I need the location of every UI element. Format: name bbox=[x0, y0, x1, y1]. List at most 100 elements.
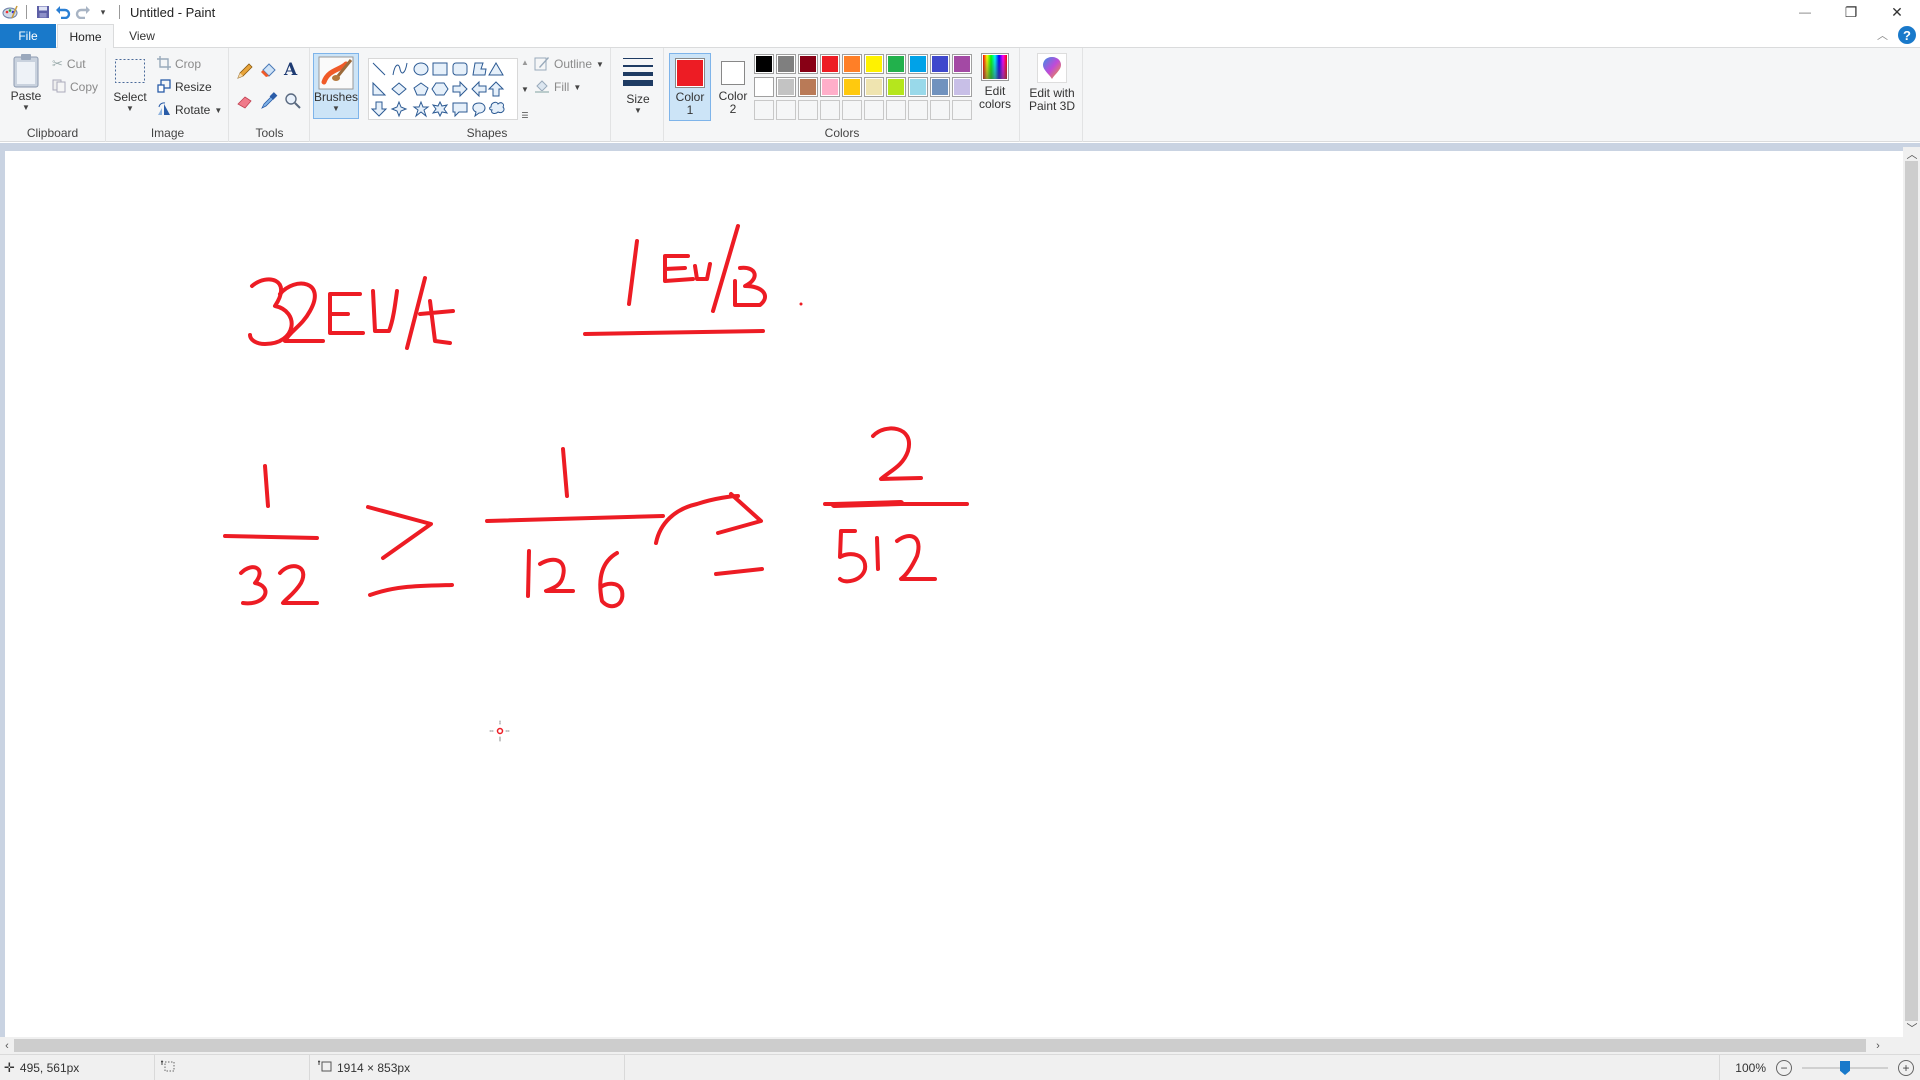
brushes-button[interactable]: Brushes ▼ bbox=[313, 53, 359, 119]
eraser-icon[interactable] bbox=[236, 92, 254, 113]
custom-color-slot[interactable] bbox=[842, 100, 862, 120]
palette-swatch[interactable] bbox=[776, 77, 796, 97]
custom-color-slot[interactable] bbox=[930, 100, 950, 120]
vertical-scroll-thumb[interactable] bbox=[1905, 161, 1918, 1021]
palette-swatch[interactable] bbox=[842, 77, 862, 97]
custom-color-slot[interactable] bbox=[952, 100, 972, 120]
drawing-canvas[interactable] bbox=[5, 151, 1905, 1037]
palette-swatch[interactable] bbox=[930, 77, 950, 97]
rotate-button[interactable]: Rotate ▼ bbox=[157, 100, 222, 120]
vertical-scrollbar[interactable]: ︿ ﹀ bbox=[1903, 147, 1920, 1037]
resize-icon bbox=[157, 78, 171, 96]
fill-button[interactable]: Fill ▼ bbox=[534, 77, 581, 97]
minimize-button[interactable]: — bbox=[1782, 0, 1828, 24]
cut-button[interactable]: ✂ Cut bbox=[52, 54, 86, 74]
palette-swatch[interactable] bbox=[798, 77, 818, 97]
palette-swatch[interactable] bbox=[908, 77, 928, 97]
edit-colors-button[interactable]: Edit colors bbox=[973, 53, 1017, 111]
magnifier-icon[interactable] bbox=[284, 92, 302, 113]
fill-bucket-icon[interactable] bbox=[260, 62, 278, 83]
fill-icon bbox=[534, 78, 550, 97]
palette-swatch[interactable] bbox=[886, 77, 906, 97]
zoom-out-button[interactable]: − bbox=[1776, 1060, 1792, 1076]
help-button[interactable]: ? bbox=[1898, 26, 1916, 44]
scroll-up-icon[interactable]: ▲ bbox=[521, 58, 529, 67]
ink-greater-equal-2 bbox=[654, 492, 764, 576]
horizontal-scroll-thumb[interactable] bbox=[14, 1039, 1866, 1052]
custom-color-slot[interactable] bbox=[776, 100, 796, 120]
rotate-icon bbox=[157, 101, 171, 119]
paint3d-label-line2: Paint 3D bbox=[1028, 99, 1076, 113]
outline-button[interactable]: Outline ▼ bbox=[534, 54, 604, 74]
zoom-in-button[interactable]: + bbox=[1898, 1060, 1914, 1076]
select-rectangle-icon bbox=[115, 59, 145, 83]
zoom-slider-knob[interactable] bbox=[1840, 1061, 1850, 1075]
palette-swatch[interactable] bbox=[820, 77, 840, 97]
crop-button[interactable]: Crop bbox=[157, 54, 201, 74]
close-button[interactable]: ✕ bbox=[1874, 0, 1920, 24]
paint-app-icon[interactable] bbox=[0, 2, 20, 22]
collapse-ribbon-icon[interactable]: ︿ bbox=[1877, 27, 1888, 43]
palette-swatch[interactable] bbox=[842, 54, 862, 74]
palette-swatch[interactable] bbox=[952, 77, 972, 97]
scissors-icon: ✂ bbox=[52, 56, 63, 71]
clipboard-group-label: Clipboard bbox=[26, 126, 79, 140]
size-button[interactable]: Size ▼ bbox=[618, 56, 658, 115]
scroll-right-arrow-icon[interactable]: › bbox=[1871, 1039, 1885, 1053]
line-size-icon bbox=[623, 58, 653, 86]
redo-icon[interactable] bbox=[73, 2, 93, 22]
scroll-left-arrow-icon[interactable]: ‹ bbox=[0, 1039, 14, 1053]
custom-color-slot[interactable] bbox=[908, 100, 928, 120]
tab-file[interactable]: File bbox=[0, 24, 56, 48]
cursor-position-text: 495, 561px bbox=[19, 1060, 80, 1075]
paste-button[interactable]: Paste ▼ bbox=[8, 53, 44, 112]
custom-color-slot[interactable] bbox=[798, 100, 818, 120]
save-icon[interactable] bbox=[33, 2, 53, 22]
color1-swatch bbox=[675, 58, 705, 88]
palette-swatch[interactable] bbox=[820, 54, 840, 74]
edit-with-paint3d-button[interactable]: Edit with Paint 3D bbox=[1024, 53, 1080, 113]
zoom-level-text: 100% bbox=[1735, 1061, 1766, 1075]
text-tool-icon[interactable]: A bbox=[284, 60, 297, 80]
custom-color-slot[interactable] bbox=[820, 100, 840, 120]
restore-button[interactable]: ❐ bbox=[1828, 0, 1874, 24]
down-arrow-shape-icon bbox=[370, 101, 388, 117]
shapes-gallery-scroll[interactable]: ▲ ▼ ☰ bbox=[520, 58, 530, 120]
zoom-slider[interactable] bbox=[1802, 1060, 1888, 1076]
palette-swatch[interactable] bbox=[952, 54, 972, 74]
color1-button[interactable]: Color 1 bbox=[669, 53, 711, 121]
palette-swatch[interactable] bbox=[776, 54, 796, 74]
tab-home[interactable]: Home bbox=[57, 24, 114, 49]
ink-greater-equal-1 bbox=[366, 505, 454, 597]
palette-swatch[interactable] bbox=[754, 54, 774, 74]
custom-color-slot[interactable] bbox=[886, 100, 906, 120]
pentagon-shape-icon bbox=[413, 82, 429, 96]
copy-button[interactable]: Copy bbox=[52, 77, 98, 97]
tab-view[interactable]: View bbox=[116, 24, 168, 48]
palette-swatch[interactable] bbox=[930, 54, 950, 74]
palette-swatch[interactable] bbox=[798, 54, 818, 74]
palette-swatch[interactable] bbox=[908, 54, 928, 74]
custom-color-slot[interactable] bbox=[754, 100, 774, 120]
custom-color-slot[interactable] bbox=[864, 100, 884, 120]
right-arrow-shape-icon bbox=[452, 80, 468, 98]
select-button[interactable]: Select ▼ bbox=[112, 58, 148, 113]
undo-icon[interactable] bbox=[53, 2, 73, 22]
pencil-icon[interactable] bbox=[236, 62, 254, 83]
expand-gallery-icon[interactable]: ☰ bbox=[521, 111, 528, 120]
curve-shape-icon bbox=[392, 62, 408, 76]
customize-qat-icon[interactable]: ▾ bbox=[93, 2, 113, 22]
palette-swatch[interactable] bbox=[864, 77, 884, 97]
outline-pen-icon bbox=[534, 55, 550, 74]
palette-swatch[interactable] bbox=[864, 54, 884, 74]
scroll-down-icon[interactable]: ▼ bbox=[521, 85, 529, 94]
canvas-drawing bbox=[223, 224, 969, 742]
horizontal-scrollbar[interactable]: ‹ › bbox=[0, 1037, 1903, 1054]
scroll-down-arrow-icon[interactable]: ﹀ bbox=[1905, 1021, 1919, 1035]
resize-button[interactable]: Resize bbox=[157, 77, 212, 97]
palette-swatch[interactable] bbox=[754, 77, 774, 97]
color-picker-icon[interactable] bbox=[260, 92, 278, 113]
palette-swatch[interactable] bbox=[886, 54, 906, 74]
color2-button[interactable]: Color 2 bbox=[713, 53, 753, 121]
scroll-up-arrow-icon[interactable]: ︿ bbox=[1905, 147, 1919, 161]
